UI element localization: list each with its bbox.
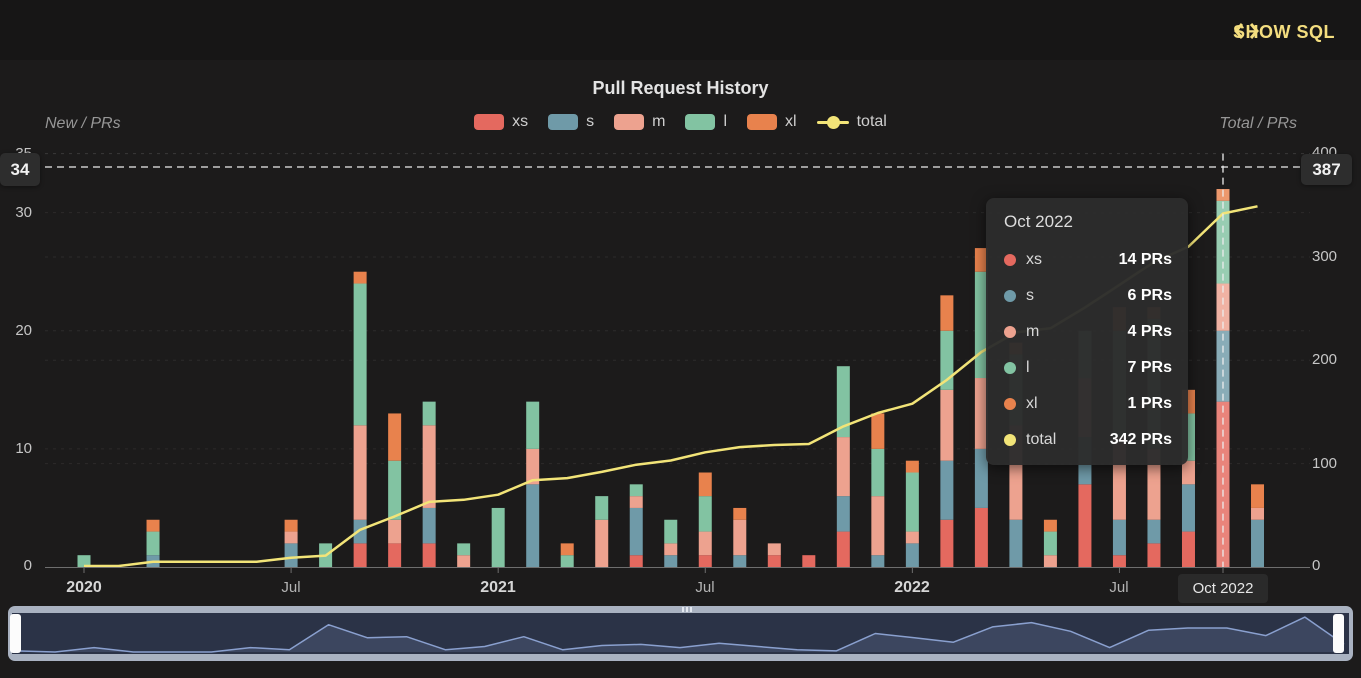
right-axis-title: Total / PRs — [1219, 115, 1297, 133]
navigator-grip-icon[interactable] — [676, 607, 698, 612]
tooltip-row-m: m 4 PRs — [1004, 314, 1172, 350]
chart-title: Pull Request History — [0, 78, 1361, 99]
series-dot-total — [1004, 434, 1016, 446]
x-tick-2020: 2020 — [39, 579, 129, 597]
legend-label-l: l — [723, 113, 727, 131]
x-tick-jul22: Jul — [1074, 579, 1164, 596]
x-tick-2022: 2022 — [867, 579, 957, 597]
series-dot-s — [1004, 290, 1016, 302]
legend-label-s: s — [586, 113, 594, 131]
right-tick-300: 300 — [1312, 249, 1356, 265]
app-window: SHOW SQL Pull Request History xs s m — [0, 0, 1361, 678]
series-dot-xl — [1004, 398, 1016, 410]
series-dot-xs — [1004, 254, 1016, 266]
x-tick-jul21: Jul — [660, 579, 750, 596]
series-dot-m — [1004, 326, 1016, 338]
legend-swatch-xl — [747, 114, 777, 130]
navigator-right-handle[interactable] — [1333, 614, 1344, 653]
legend-swatch-xs — [474, 114, 504, 130]
legend-label-xl: xl — [785, 113, 797, 131]
left-tick-0: 0 — [0, 558, 32, 574]
tooltip-row-total: total 342 PRs — [1004, 422, 1172, 458]
tooltip-row-xs: xs 14 PRs — [1004, 242, 1172, 278]
right-tick-200: 200 — [1312, 352, 1356, 368]
legend-label-xs: xs — [512, 113, 528, 131]
x-tick-2021: 2021 — [453, 579, 543, 597]
series-dot-l — [1004, 362, 1016, 374]
left-axis-title: New / PRs — [45, 115, 121, 133]
tooltip-row-l: l 7 PRs — [1004, 350, 1172, 386]
x-tick-jul20: Jul — [246, 579, 336, 596]
legend-line-marker — [817, 114, 849, 130]
navigator-left-handle[interactable] — [10, 614, 21, 653]
range-navigator[interactable] — [8, 606, 1353, 661]
crosshair-left-value: 34 — [0, 153, 40, 186]
tooltip-title: Oct 2022 — [1004, 212, 1172, 232]
navigator-track[interactable] — [12, 613, 1349, 654]
legend-item-s[interactable]: s — [548, 113, 594, 131]
left-tick-30: 30 — [0, 205, 32, 221]
left-tick-20: 20 — [0, 323, 32, 339]
chart-legend: xs s m l xl total — [0, 113, 1361, 131]
tooltip-row-s: s 6 PRs — [1004, 278, 1172, 314]
tooltip-row-xl: xl 1 PRs — [1004, 386, 1172, 422]
legend-item-m[interactable]: m — [614, 113, 665, 131]
legend-swatch-m — [614, 114, 644, 130]
right-tick-100: 100 — [1312, 456, 1356, 472]
navigator-preview — [12, 613, 1349, 654]
legend-item-xl[interactable]: xl — [747, 113, 797, 131]
legend-item-total[interactable]: total — [817, 113, 887, 131]
right-tick-0: 0 — [1312, 558, 1356, 574]
chart-tooltip: Oct 2022 xs 14 PRs s 6 PRs m 4 PRs l 7 P… — [986, 198, 1188, 465]
x-tick-highlight-box: Oct 2022 — [1178, 574, 1268, 603]
legend-item-xs[interactable]: xs — [474, 113, 528, 131]
legend-swatch-s — [548, 114, 578, 130]
crosshair-right-value: 387 — [1301, 154, 1352, 185]
left-tick-10: 10 — [0, 441, 32, 457]
legend-swatch-l — [685, 114, 715, 130]
legend-label-total: total — [857, 113, 887, 131]
legend-item-l[interactable]: l — [685, 113, 727, 131]
legend-label-m: m — [652, 113, 665, 131]
